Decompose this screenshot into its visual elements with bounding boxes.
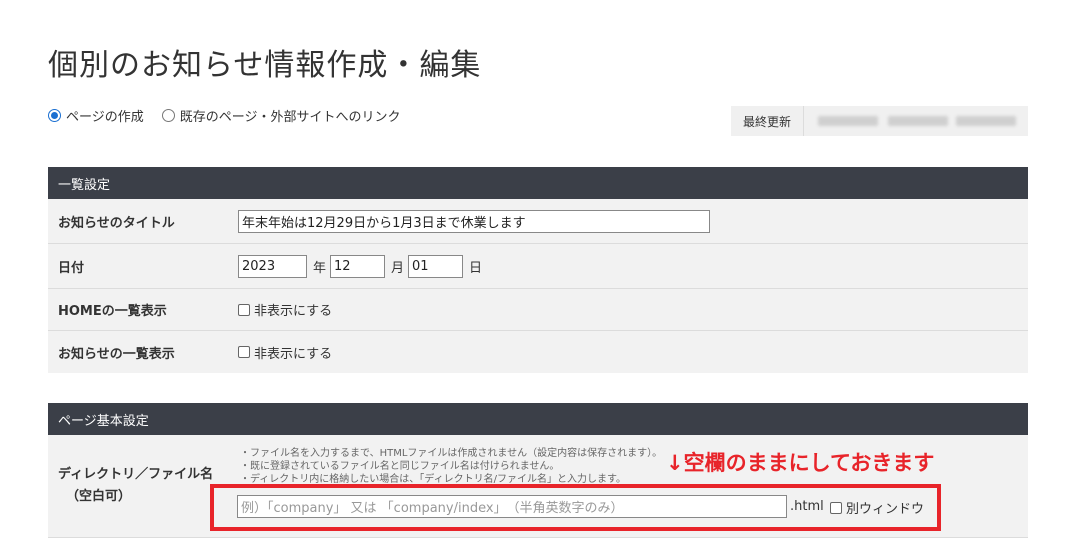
note-line: ・ファイル名を入力するまで、HTMLファイルは作成されません（設定内容は保存され…: [240, 448, 663, 459]
new-window-label: 別ウィンドウ: [846, 502, 925, 517]
directory-label: ディレクトリ／ファイル名: [58, 467, 214, 482]
last-updated-label: 最終更新: [731, 106, 804, 136]
list-settings-header: 一覧設定: [48, 167, 1028, 199]
radio-create-page[interactable]: ページの作成: [48, 106, 144, 125]
radio-link-existing[interactable]: 既存のページ・外部サイトへのリンク: [161, 106, 401, 125]
home-list-row: HOMEの一覧表示 非表示にする: [48, 289, 1028, 331]
page-title: 個別のお知らせ情報作成・編集: [48, 48, 482, 83]
title-label: お知らせのタイトル: [58, 215, 175, 231]
leave-blank-annotation: ↓空欄のままにしておきます: [666, 451, 935, 475]
day-input[interactable]: 01: [408, 254, 464, 278]
news-list-hide-label: 非表示にする: [254, 346, 333, 362]
page-mode-radio-group: ページの作成 既存のページ・外部サイトへのリンク: [48, 106, 419, 125]
home-list-hide-option[interactable]: 非表示にする: [238, 300, 332, 319]
news-list-hide-checkbox[interactable]: [238, 346, 250, 358]
directory-notes: ・ファイル名を入力するまで、HTMLファイルは作成されません（設定内容は保存され…: [240, 447, 680, 483]
last-updated-box: 最終更新: [731, 106, 1028, 136]
directory-label-sub: （空白可）: [66, 489, 132, 504]
note-line: ・ディレクトリ内に格納したい場合は、「ディレクトリ名/ファイル名」と入力します。: [240, 474, 626, 483]
home-list-hide-label: 非表示にする: [254, 304, 333, 319]
date-row: 日付 2023 年 12 月 01 日: [48, 244, 1028, 289]
radio-create-page-label: ページの作成: [66, 110, 144, 125]
radio-button-checked[interactable]: [48, 109, 61, 122]
year-unit: 年: [313, 260, 327, 276]
directory-input[interactable]: 例）「company」 又は 「company/index」 （半角英数字のみ）: [237, 495, 787, 518]
home-list-hide-checkbox[interactable]: [238, 303, 250, 316]
month-input[interactable]: 12: [330, 254, 386, 278]
home-list-label: HOMEの一覧表示: [58, 304, 167, 319]
radio-link-existing-label: 既存のページ・外部サイトへのリンク: [179, 110, 401, 125]
title-input[interactable]: 年末年始は12月29日から1月3日まで休業します: [238, 209, 710, 233]
day-unit: 日: [469, 260, 483, 276]
basic-settings-header: ページ基本設定: [48, 403, 1028, 435]
news-list-hide-option[interactable]: 非表示にする: [238, 343, 332, 362]
year-input[interactable]: 2023: [238, 254, 307, 278]
news-list-row: お知らせの一覧表示 非表示にする: [48, 331, 1028, 373]
date-label: 日付: [58, 260, 85, 276]
news-list-label: お知らせの一覧表示: [58, 346, 175, 362]
title-row: お知らせのタイトル 年末年始は12月29日から1月3日まで休業します: [48, 199, 1028, 244]
list-settings-section: 一覧設定 お知らせのタイトル 年末年始は12月29日から1月3日まで休業します …: [48, 167, 1028, 373]
radio-button[interactable]: [161, 109, 175, 122]
month-unit: 月: [391, 260, 405, 276]
new-window-checkbox[interactable]: [830, 501, 842, 514]
new-window-option[interactable]: 別ウィンドウ: [830, 498, 924, 517]
note-line: ・既に登録されているファイル名と同じファイル名は付けられません。: [240, 461, 560, 472]
last-updated-value-redacted: [804, 106, 1028, 136]
html-suffix: .html: [790, 499, 824, 514]
